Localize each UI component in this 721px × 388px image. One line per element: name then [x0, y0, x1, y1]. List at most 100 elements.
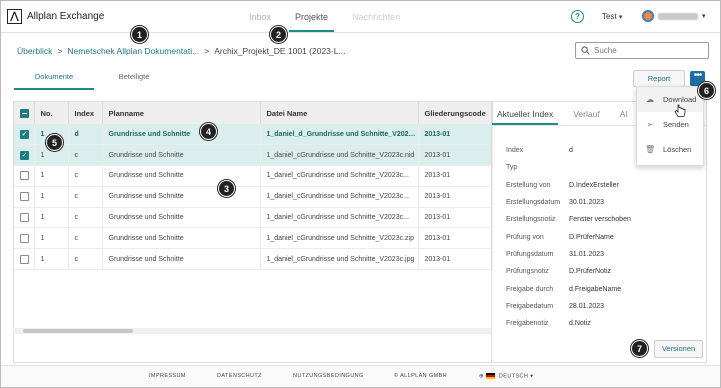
menu-item-label: Download	[663, 95, 697, 104]
scrollbar-thumb[interactable]	[23, 329, 133, 333]
property-row: Prüfung von D.PrüferName	[506, 228, 631, 245]
row-checkbox[interactable]: ✓	[20, 150, 29, 160]
cell-no: 1	[34, 165, 69, 187]
row-checkbox[interactable]	[20, 171, 29, 181]
tab-aktueller-index[interactable]: Aktueller Index	[492, 102, 559, 125]
horizontal-scrollbar[interactable]	[13, 328, 491, 334]
cell-gliederungscode: 2013-01	[418, 248, 493, 271]
app-title: Allplan Exchange	[27, 11, 105, 22]
property-key: Prüfungsdatum	[506, 250, 554, 258]
property-row: Index d	[506, 142, 631, 159]
row-checkbox[interactable]	[20, 192, 29, 202]
column-header-no[interactable]: No.	[34, 102, 69, 124]
table-row[interactable]: ✓ 1 d Grundrisse und Schnitte 1_daniel_d_Gru…	[14, 124, 493, 146]
cell-gliederungscode: 2013-01	[418, 165, 493, 187]
user-menu[interactable]: ▾	[642, 10, 706, 22]
table-row[interactable]: 1 c Grundrisse und Schnitte 1_daniel_cGrund…	[14, 207, 493, 229]
select-all-checkbox[interactable]	[20, 108, 29, 118]
table-row[interactable]: 1 c Grundrisse und Schnitte 1_daniel_cGrund…	[14, 165, 493, 187]
table-row[interactable]: 1 c Grundrisse und Schnitte 1_daniel_cGrund…	[14, 227, 493, 250]
property-value: Fenster verschoben	[569, 216, 631, 224]
avatar	[642, 10, 654, 22]
property-row: Prüfungsdatum 31.01.2023	[506, 246, 631, 263]
language-selector[interactable]: ⊕ DEUTSCH ▾	[479, 373, 533, 379]
breadcrumb-overview[interactable]: Überblick	[17, 46, 52, 56]
select-all-header	[14, 102, 35, 124]
tab-beteiligte[interactable]: Beteiligte	[94, 72, 174, 90]
menu-item-loeschen[interactable]: 🗑 Löschen	[637, 137, 703, 162]
callout-badge-4: 4	[200, 123, 217, 140]
callout-badge-3: 3	[218, 180, 235, 197]
table-header-row: No. Index Planname Datei Name Gliederung…	[14, 102, 493, 124]
table-row[interactable]: 1 c Grundrisse und Schnitte 1_daniel_cGrund…	[14, 186, 493, 208]
footer-datenschutz-link[interactable]: DATENSCHUTZ	[217, 373, 262, 379]
footer: IMPRESSUM DATENSCHUTZ NUTZUNGSBEDINGUNG …	[1, 365, 720, 387]
cell-planname: Grundrisse und Schnitte	[102, 124, 261, 146]
table-row[interactable]: ✓ 1 c Grundrisse und Schnitte 1_daniel_cGrun…	[14, 144, 493, 167]
footer-copyright: © ALLPLAN GMBH	[394, 373, 448, 379]
property-row: Erstellungsnotiz Fenster verschoben	[506, 211, 631, 228]
nav-projekte[interactable]: Projekte	[283, 1, 340, 33]
column-header-planname[interactable]: Planname	[102, 102, 261, 124]
cell-index: c	[68, 165, 103, 187]
cell-datei-name: 1_daniel_d_Grundrisse und Schnitte_V2023…	[260, 124, 419, 146]
property-key: Erstellungsnotiz	[506, 216, 556, 224]
menu-item-senden[interactable]: ➢ Senden	[637, 112, 703, 137]
cell-gliederungscode: 2013-01	[418, 144, 493, 167]
send-icon: ➢	[646, 120, 654, 129]
tab-dokumente[interactable]: Dokumente	[14, 72, 94, 90]
property-key: Erstellungsdatum	[506, 199, 561, 207]
checkbox-cell: ✓	[14, 144, 35, 167]
chevron-down-icon: ▾	[618, 14, 623, 21]
cell-datei-name: 1_daniel_cGrundrisse und Schnitte_V2023c…	[260, 144, 419, 167]
row-checkbox[interactable]	[20, 233, 29, 243]
tab-al[interactable]: Al	[615, 102, 633, 125]
app-logo[interactable]: ⋀ Allplan Exchange	[7, 9, 104, 24]
column-header-datei-name[interactable]: Datei Name	[260, 102, 419, 124]
table-row[interactable]: 1 c Grundrisse und Schnitte 1_daniel_cGrund…	[14, 248, 493, 271]
versionen-button[interactable]: Versionen	[654, 340, 703, 358]
cell-planname: Grundrisse und Schnitte	[102, 248, 261, 271]
checkbox-cell: ✓	[14, 124, 35, 146]
documents-table: No. Index Planname Datei Name Gliederung…	[13, 101, 493, 363]
trash-icon: 🗑	[645, 145, 656, 154]
search-icon	[581, 46, 590, 55]
checkbox-cell	[14, 165, 35, 187]
property-key: Index	[506, 147, 524, 155]
allplan-logo-icon: ⋀	[7, 9, 22, 24]
menu-item-label: Löschen	[663, 145, 692, 154]
menu-item-download[interactable]: ☁ Download	[637, 87, 703, 112]
footer-impressum-link[interactable]: IMPRESSUM	[149, 373, 186, 379]
cell-datei-name: 1_daniel_cGrundrisse und Schnitte_V2023c…	[260, 227, 419, 250]
chevron-down-icon: ▾	[702, 13, 706, 20]
property-row: Freigabenotiz d.Notiz	[506, 315, 631, 332]
property-value: d	[569, 147, 573, 155]
property-key: Erstellung von	[506, 181, 551, 189]
property-key: Typ	[506, 164, 518, 172]
german-flag-icon	[485, 373, 495, 379]
checkbox-cell	[14, 207, 35, 229]
row-checkbox[interactable]	[20, 213, 29, 223]
chevron-down-icon: ▾	[530, 373, 534, 380]
main-nav: Inbox Projekte Nachrichten	[237, 1, 412, 33]
row-checkbox[interactable]: ✓	[20, 129, 29, 139]
project-selector[interactable]: Test ▾	[602, 12, 622, 21]
cell-planname: Grundrisse und Schnitte	[102, 165, 261, 187]
property-key: Freigabedatum	[506, 302, 554, 310]
breadcrumb-company[interactable]: Nemetschek Allplan Dokumentati...	[67, 46, 199, 56]
search-input[interactable]	[594, 46, 694, 55]
help-icon[interactable]: ?	[571, 10, 584, 23]
cell-index: c	[68, 186, 103, 208]
cell-gliederungscode: 2013-01	[418, 186, 493, 208]
cell-index: d	[68, 124, 103, 146]
report-button[interactable]: Report	[633, 70, 685, 87]
row-checkbox[interactable]	[20, 254, 29, 264]
column-header-index[interactable]: Index	[68, 102, 103, 124]
footer-nutzung-link[interactable]: NUTZUNGSBEDINGUNG	[293, 373, 364, 379]
menu-item-label: Senden	[663, 120, 689, 129]
checkbox-cell	[14, 227, 35, 250]
property-value: D.PrüferNotiz	[569, 268, 612, 276]
callout-badge-6: 6	[698, 82, 715, 99]
tab-verlauf[interactable]: Verlauf	[568, 102, 604, 125]
column-header-gliederungscode[interactable]: Gliederungscode	[418, 102, 493, 124]
